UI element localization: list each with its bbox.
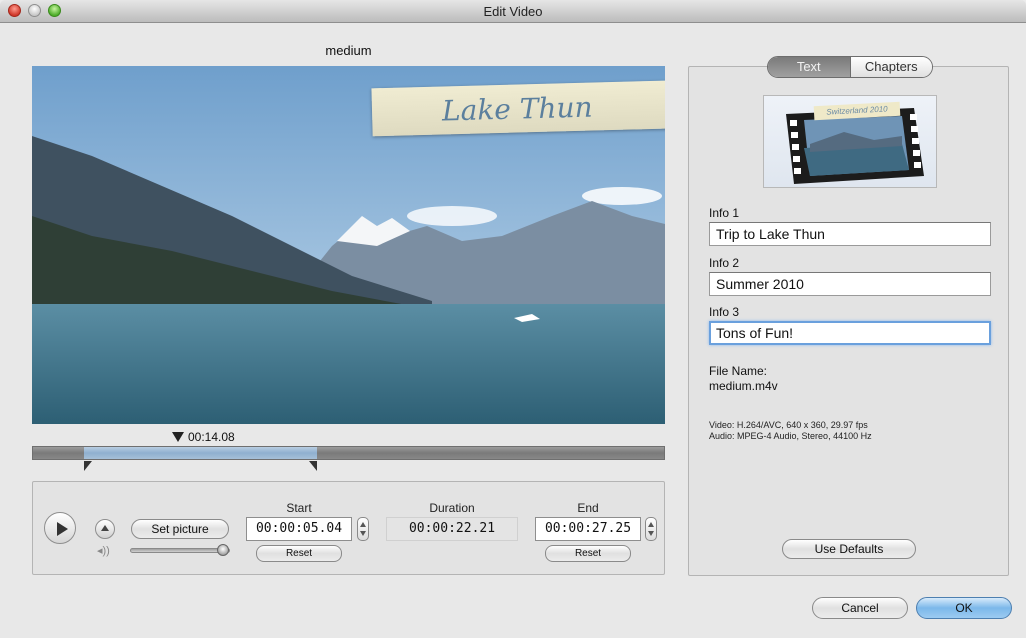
start-time-stepper[interactable] <box>357 517 369 541</box>
playhead-time: 00:14.08 <box>172 430 235 444</box>
tab-text[interactable]: Text <box>768 57 850 77</box>
end-time-field[interactable]: 00:00:27.25 <box>535 517 641 541</box>
start-label: Start <box>286 501 312 515</box>
eject-button[interactable] <box>95 519 115 539</box>
audio-codec-info: Audio: MPEG-4 Audio, Stereo, 44100 Hz <box>709 431 872 441</box>
video-title-overlay: Lake Thun <box>371 79 665 137</box>
end-time-stepper[interactable] <box>645 517 657 541</box>
ok-button[interactable]: OK <box>916 597 1012 619</box>
info1-field[interactable]: Trip to Lake Thun <box>709 222 991 246</box>
title-bar[interactable]: Edit Video <box>0 0 1026 23</box>
video-preview: Lake Thun <box>32 66 665 424</box>
edit-video-window: Edit Video medium Lake Thun 00:14.08 ◂))… <box>0 0 1026 638</box>
info3-label: Info 3 <box>709 305 740 319</box>
trim-start-handle[interactable] <box>84 461 92 471</box>
video-codec-info: Video: H.264/AVC, 640 x 360, 29.97 fps <box>709 420 868 430</box>
duration-label: Duration <box>429 501 475 515</box>
file-name-value: medium.m4v <box>709 379 778 393</box>
info2-field[interactable]: Summer 2010 <box>709 272 991 296</box>
video-name: medium <box>325 43 372 58</box>
video-title-overlay-text: Lake Thun <box>441 90 593 128</box>
set-picture-button[interactable]: Set picture <box>131 519 229 539</box>
start-time-field[interactable]: 00:00:05.04 <box>246 517 352 541</box>
volume-icon: ◂)) <box>97 545 110 557</box>
use-defaults-button[interactable]: Use Defaults <box>782 539 916 559</box>
playhead-time-text: 00:14.08 <box>188 430 235 444</box>
tab-chapters[interactable]: Chapters <box>849 57 932 77</box>
end-label: End <box>577 501 599 515</box>
volume-slider[interactable] <box>130 548 230 553</box>
info2-label: Info 2 <box>709 256 740 270</box>
trim-end-handle[interactable] <box>309 461 317 471</box>
timeline-selection[interactable] <box>84 447 317 459</box>
end-reset-button[interactable]: Reset <box>545 545 631 562</box>
cancel-button[interactable]: Cancel <box>812 597 908 619</box>
start-reset-button[interactable]: Reset <box>256 545 342 562</box>
info3-field[interactable]: Tons of Fun! <box>709 321 991 345</box>
file-name-label: File Name: <box>709 364 768 378</box>
side-panel-tabs: Text Chapters <box>767 56 933 78</box>
info1-label: Info 1 <box>709 206 740 220</box>
duration-field: 00:00:22.21 <box>386 517 518 541</box>
window-title: Edit Video <box>483 4 543 19</box>
poster-thumbnail[interactable]: Switzerland 2010 <box>763 95 937 188</box>
play-button[interactable] <box>44 512 76 544</box>
volume-slider-knob[interactable] <box>217 544 229 556</box>
